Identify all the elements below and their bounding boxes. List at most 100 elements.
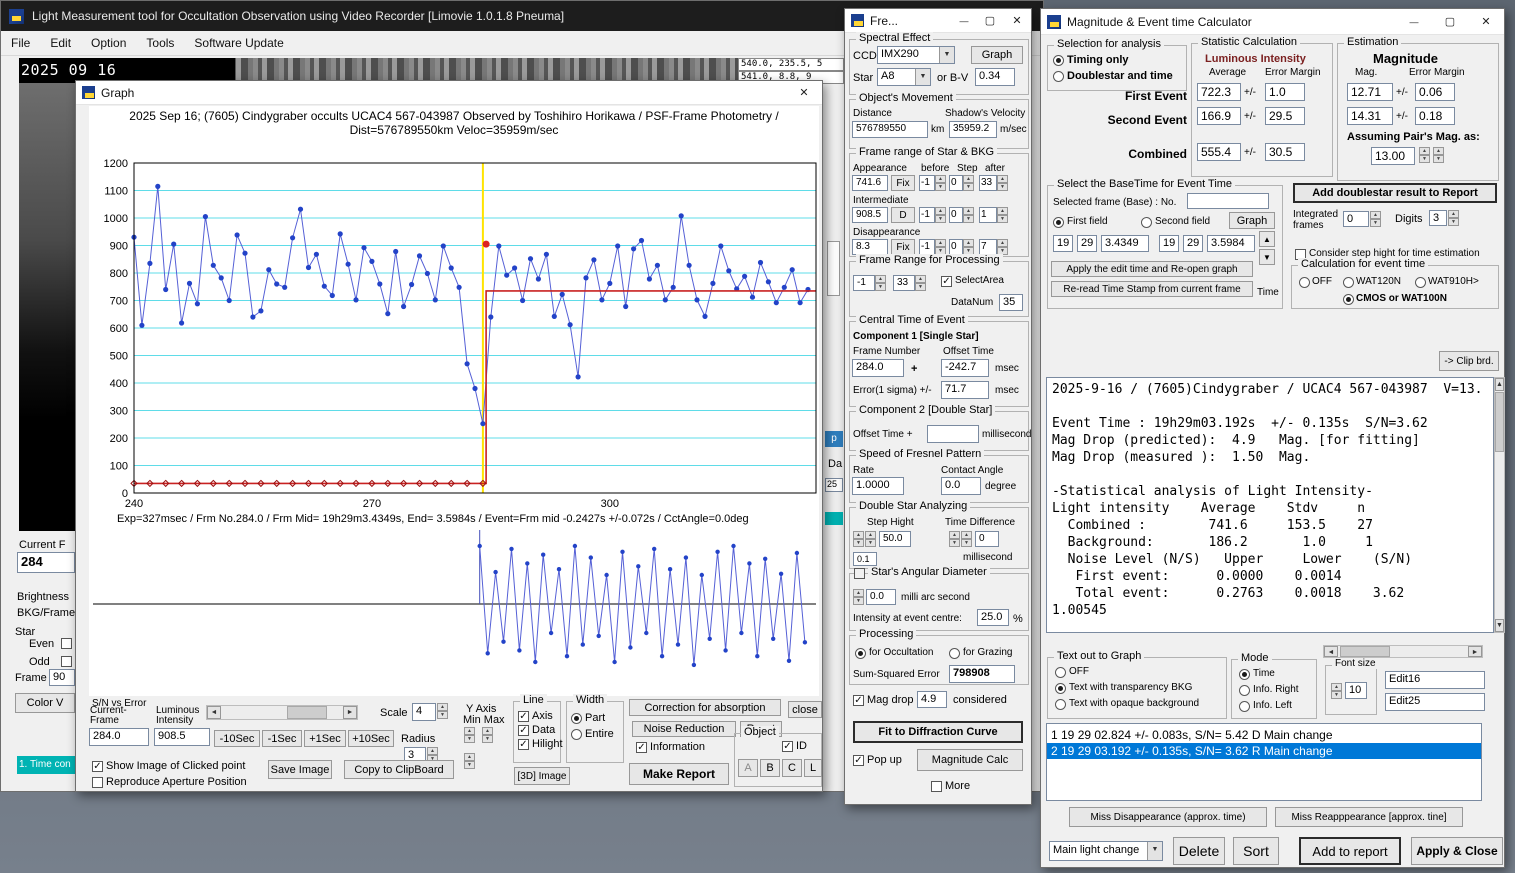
light-change-dropdown[interactable]: Main light change (1049, 841, 1163, 861)
frame-scrollbar[interactable] (206, 705, 358, 720)
width-part-radio[interactable] (571, 713, 582, 724)
proc-range-start-box[interactable]: -1 (853, 275, 875, 291)
integrated-frames-spinner[interactable] (1370, 211, 1381, 227)
graph-close-button[interactable] (786, 81, 822, 104)
fresnel-maximize-button[interactable] (977, 9, 1003, 32)
show-image-checkbox[interactable] (92, 761, 103, 772)
graph-titlebar[interactable]: Graph (76, 81, 822, 105)
doublestar-time-radio[interactable] (1053, 71, 1064, 82)
cmos-wat100n-radio[interactable] (1343, 294, 1354, 305)
clip-board-button[interactable]: -> Clip brd. (1439, 351, 1499, 371)
minus-1sec-button[interactable]: -1Sec (262, 730, 302, 747)
intermediate-value-box[interactable]: 908.5 (852, 207, 888, 223)
appearance-fix-button[interactable]: Fix (891, 175, 915, 191)
even-checkbox[interactable] (61, 638, 72, 649)
graph-current-frame-box[interactable]: 284.0 (89, 728, 149, 746)
intermediate-step-box[interactable]: 0 (949, 207, 963, 223)
time2-sec-box[interactable]: 3.5984 (1207, 235, 1255, 252)
hilight-checkbox[interactable] (518, 739, 529, 750)
ccd-dropdown[interactable]: IMX290 (877, 46, 955, 64)
edit25-box[interactable]: Edit25 (1385, 693, 1485, 711)
transparency-bkg-radio[interactable] (1055, 683, 1066, 694)
width-entire-radio[interactable] (571, 729, 582, 740)
combined-average-box[interactable]: 555.4 (1197, 143, 1241, 161)
frame-scrollbar-thumb[interactable] (287, 706, 327, 719)
disappearance-value-box[interactable]: 8.3 (852, 239, 888, 255)
step-small-box[interactable]: 0.1 (853, 552, 877, 566)
menu-software-update[interactable]: Software Update (184, 31, 293, 55)
sum-squared-error-box[interactable]: 798908 (949, 665, 1015, 683)
error1-box[interactable]: 0.06 (1415, 83, 1455, 101)
make-report-button[interactable]: Make Report (629, 763, 729, 785)
time2-min-box[interactable]: 29 (1183, 235, 1203, 252)
id-checkbox[interactable] (782, 741, 793, 752)
menu-edit[interactable]: Edit (40, 31, 81, 55)
time-diff-box[interactable]: 0 (975, 531, 999, 547)
selectarea-checkbox[interactable] (941, 276, 952, 287)
fresnel-titlebar[interactable]: Fre... (845, 9, 1031, 33)
wat910h-radio[interactable] (1415, 277, 1426, 288)
information-checkbox[interactable] (636, 742, 647, 753)
apply-edit-time-button[interactable]: Apply the edit time and Re-open graph (1051, 261, 1253, 277)
data-checkbox[interactable] (518, 725, 529, 736)
time1-min-box[interactable]: 29 (1077, 235, 1097, 252)
basetime-graph-button[interactable]: Graph (1229, 212, 1275, 229)
add-doublestar-report-button[interactable]: Add doublestar result to Report (1293, 183, 1497, 203)
mode-time-radio[interactable] (1239, 669, 1250, 680)
menu-option[interactable]: Option (81, 31, 136, 55)
rate-box[interactable]: 1.0000 (852, 477, 904, 495)
textout-off-radio[interactable] (1055, 667, 1066, 678)
luminous-intensity-box[interactable]: 908.5 (154, 728, 210, 746)
report-vertical-scrollbar[interactable] (1494, 377, 1505, 633)
first-field-radio[interactable] (1053, 217, 1064, 228)
result-row-2[interactable]: 2 19 29 03.192 +/- 0.135s, S/N= 3.62 R M… (1047, 743, 1481, 759)
first-event-error-box[interactable]: 1.0 (1265, 83, 1305, 101)
current-frame-box[interactable]: 284 (17, 552, 75, 573)
status-bar-item[interactable]: 1. Time con (17, 756, 81, 774)
comp2-offset-box[interactable] (927, 425, 979, 443)
calculator-titlebar[interactable]: Magnitude & Event time Calculator (1041, 9, 1504, 35)
close-button[interactable]: close (788, 701, 822, 718)
intermediate-after-spinner[interactable] (997, 207, 1008, 223)
pair-mag-spinner-1[interactable] (1419, 147, 1430, 163)
plus-1sec-button[interactable]: +1Sec (304, 730, 346, 747)
add-to-report-button[interactable]: Add to report (1299, 837, 1401, 865)
second-event-average-box[interactable]: 166.9 (1197, 107, 1241, 125)
appearance-before-spinner[interactable] (935, 175, 946, 191)
scale-box[interactable]: 4 (412, 703, 436, 721)
time1-hour-box[interactable]: 19 (1053, 235, 1073, 252)
plus-10sec-button[interactable]: +10Sec (348, 730, 394, 747)
light-curve-plot[interactable]: 0100200300400500600700800900100011001200… (89, 106, 819, 696)
disappearance-fix-button[interactable]: Fix (891, 239, 915, 255)
intermediate-before-box[interactable]: -1 (919, 207, 935, 223)
report-scrollbar-thumb[interactable] (1495, 392, 1504, 452)
more-checkbox[interactable] (931, 781, 942, 792)
opaque-bkg-radio[interactable] (1055, 699, 1066, 710)
wat120n-radio[interactable] (1343, 277, 1354, 288)
intensity-centre-box[interactable]: 25.0 (977, 609, 1009, 626)
proc-range-end-spinner[interactable] (915, 275, 926, 291)
intermediate-before-spinner[interactable] (935, 207, 946, 223)
color-button[interactable]: Color V (15, 693, 75, 713)
scroll-left-icon[interactable] (1324, 646, 1338, 657)
digits-spinner[interactable] (1448, 210, 1459, 226)
copy-clipboard-button[interactable]: Copy to ClipBoard (344, 760, 454, 779)
time-down-button[interactable]: ▼ (1259, 249, 1275, 265)
angular-spinner[interactable] (853, 589, 864, 605)
magnitude2-box[interactable]: 14.31 (1347, 107, 1393, 125)
offset-time-box[interactable]: -242.7 (941, 359, 989, 377)
proc-range-end-box[interactable]: 33 (893, 275, 915, 291)
scroll-left-icon[interactable] (207, 706, 221, 719)
error-sigma-box[interactable]: 71.7 (941, 381, 989, 399)
step-hight-box[interactable]: 50.0 (879, 531, 911, 547)
object-c-button[interactable]: C (782, 759, 802, 777)
step-hight-spinner-1[interactable] (853, 531, 864, 547)
time-up-button[interactable]: ▲ (1259, 231, 1275, 247)
results-listbox[interactable]: 1 19 29 02.824 +/- 0.083s, S/N= 5.42 D M… (1046, 723, 1482, 801)
magnitude-calc-button[interactable]: Magnitude Calc (917, 749, 1023, 771)
proc-range-start-spinner[interactable] (875, 275, 886, 291)
step-hight-spinner-2[interactable] (865, 531, 876, 547)
pair-mag-spinner-2[interactable] (1433, 147, 1444, 163)
second-field-radio[interactable] (1141, 217, 1152, 228)
mag-drop-box[interactable]: 4.9 (917, 691, 947, 708)
